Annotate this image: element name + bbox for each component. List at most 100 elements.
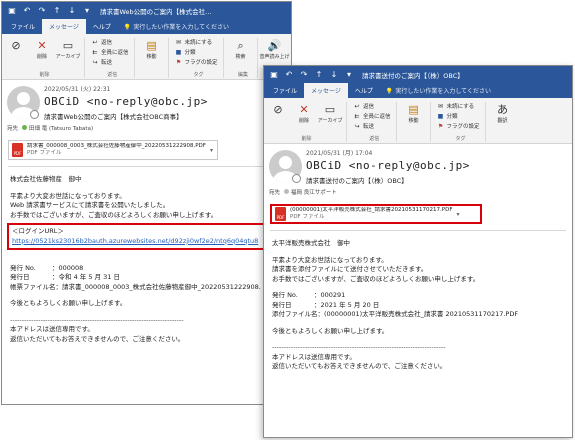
recipient-name[interactable]: 田畑 竜 (Tatsuro Tabata) xyxy=(29,126,93,132)
reply-all-icon: ⇇ xyxy=(354,112,360,120)
mark-unread-button[interactable]: ✉ 未読にする xyxy=(437,102,480,111)
archive-button[interactable]: ▭ アーカイブ xyxy=(56,38,81,61)
redo-icon[interactable]: ↷ xyxy=(298,69,310,81)
issue-date-label: 発行日 xyxy=(10,273,30,281)
tags-group-label: タグ xyxy=(455,136,466,142)
search-button[interactable]: ⌕ 検索 xyxy=(230,38,252,61)
reply-button[interactable]: ↩ 返信 xyxy=(91,38,129,47)
body-line-1: 平素より大変お世話になっております。 xyxy=(10,191,126,200)
file-name-label: 帳票ファイル名： xyxy=(10,282,62,291)
reply-all-icon: ⇇ xyxy=(92,48,98,56)
customize-icon[interactable]: ▾ xyxy=(343,69,355,81)
reply-all-button[interactable]: ⇇ 全員に返信 xyxy=(353,112,390,121)
tell-me-label: 実行したい作業を入力してください xyxy=(395,88,491,95)
issue-date-value: ：令和 4 年 5 月 31 日 xyxy=(52,273,120,281)
attachment-name: 請求書_000008_0003_株式会社佐藤物産御中_2022053122290… xyxy=(27,143,206,149)
down-icon[interactable]: ↓ xyxy=(328,69,340,81)
up-icon[interactable]: ↑ xyxy=(313,69,325,81)
body-divider: ----------------------------------------… xyxy=(272,343,446,351)
file-name-value: 請求書_000008_0003_株式会社佐藤物産御中_2022053122290… xyxy=(62,282,261,291)
redo-icon[interactable]: ↷ xyxy=(36,5,48,17)
reply-icon: ↩ xyxy=(92,38,98,46)
save-icon[interactable]: ▣ xyxy=(6,5,18,17)
login-url-label: ＜ログインURL＞ xyxy=(12,227,64,235)
tell-me-search[interactable]: 💡 実行したい作業を入力してください xyxy=(118,19,229,34)
reply-all-button[interactable]: ⇇ 全員に返信 xyxy=(91,48,128,57)
message-body: 株式会社佐藤物産 御中 平素より大変お世話になっております。 Web 請求書サー… xyxy=(2,167,291,344)
customize-icon[interactable]: ▾ xyxy=(81,5,93,17)
chevron-down-icon[interactable]: ▾ xyxy=(210,147,213,154)
recipient-line: 宛先 田畑 竜 (Tatsuro Tabata) xyxy=(7,124,93,132)
undo-icon[interactable]: ↶ xyxy=(283,69,295,81)
move-button[interactable]: ▤ 移動 xyxy=(403,102,425,125)
up-icon[interactable]: ↑ xyxy=(51,5,63,17)
archive-button[interactable]: ▭ アーカイブ xyxy=(318,102,343,125)
sender[interactable]: OBCiD <no-reply@obc.jp> xyxy=(306,159,572,172)
tab-message[interactable]: メッセージ xyxy=(42,19,86,34)
delete-group: ⊘ ✕ 削除 ▭ アーカイブ 削除 xyxy=(267,102,347,142)
reply-icon: ↩ xyxy=(354,102,360,110)
categorize-button[interactable]: ■ 分類 xyxy=(437,112,480,121)
issue-number-row: 発行 No. ：000008 xyxy=(10,264,291,274)
delete-group: ⊘ ✕ 削除 ▭ アーカイブ 削除 xyxy=(5,38,85,78)
respond-group: ↩ 返信 ⇇ 全員に返信 ↪ 転送 返信 xyxy=(353,102,397,142)
issue-date-row: 発行日 ：2021 年 5 月 20 日 xyxy=(272,301,572,311)
pdf-icon: PDF xyxy=(12,143,23,157)
delete-button[interactable]: ✕ 削除 xyxy=(293,102,315,125)
mark-unread-label: 未読にする xyxy=(446,104,475,110)
reply-button[interactable]: ↩ 返信 xyxy=(353,102,391,111)
recipient-line: 宛先 福岡 良江サポート xyxy=(269,188,337,196)
reply-label: 返信 xyxy=(363,104,375,110)
login-url-highlight: ＜ログインURL＞ https://0521ks23016b2bauth.azu… xyxy=(7,223,290,250)
login-url-link[interactable]: https://0521ks23016b2bauth.azurewebsites… xyxy=(12,237,285,247)
forward-button[interactable]: ↪ 転送 xyxy=(353,122,391,131)
chevron-down-icon[interactable]: ▾ xyxy=(457,211,460,218)
email-window-front: ▣ ↶ ↷ ↑ ↓ ▾ 請求書送付のご案内【（株）OBC】 ファイル メッセージ… xyxy=(263,65,573,438)
message-header: 2022/05/31 (火) 22:31 OBCiD <no-reply@obc… xyxy=(2,80,291,136)
tab-message[interactable]: メッセージ xyxy=(304,83,348,98)
footer-line-2: 返信いただいてもお答えできませんので、ご注意ください。 xyxy=(272,362,447,370)
message-header: 2021/05/31 (月) 17:04 OBCiD <no-reply@obc… xyxy=(264,144,572,200)
tab-file[interactable]: ファイル xyxy=(4,19,42,34)
read-aloud-button[interactable]: 🔊 音声読み上げ xyxy=(260,38,290,61)
tab-help[interactable]: ヘルプ xyxy=(86,19,118,34)
title-bar: ▣ ↶ ↷ ↑ ↓ ▾ 請求書送付のご案内【（株）OBC】 xyxy=(264,66,572,83)
tab-file[interactable]: ファイル xyxy=(266,83,304,98)
tab-help[interactable]: ヘルプ xyxy=(348,83,380,98)
message-body: 太平洋販売株式会社 御中 平素より大変お世話になっております。 請求書を添付ファ… xyxy=(264,231,572,372)
email-window-back: ▣ ↶ ↷ ↑ ↓ ▾ 請求書Web公開のご案内【株式会社… ファイル メッセー… xyxy=(1,1,292,405)
translate-button[interactable]: あ翻訳 xyxy=(492,102,514,125)
undo-icon[interactable]: ↶ xyxy=(21,5,33,17)
move-button[interactable]: ▤ 移動 xyxy=(141,38,163,61)
delete-group-label: 削除 xyxy=(39,72,50,78)
message-subject: 請求書Web公開のご案内【株式会社OBC商事】 xyxy=(44,113,183,121)
mark-unread-button[interactable]: ✉ 未読にする xyxy=(175,38,218,47)
save-icon[interactable]: ▣ xyxy=(268,69,280,81)
down-icon[interactable]: ↓ xyxy=(66,5,78,17)
ignore-button[interactable]: ⊘ xyxy=(5,38,27,54)
move-label: 移動 xyxy=(146,54,157,60)
sender[interactable]: OBCiD <no-reply@obc.jp> xyxy=(44,95,291,108)
translate-icon: あ xyxy=(497,102,509,116)
flag-label: フラグの設定 xyxy=(446,124,480,130)
ignore-button[interactable]: ⊘ xyxy=(267,102,289,118)
forward-button[interactable]: ↪ 転送 xyxy=(91,58,129,67)
body-greeting: 株式会社佐藤物産 御中 xyxy=(10,175,82,183)
footer-line-1: 本アドレスは送信専用です。 xyxy=(10,325,94,333)
ribbon-tabs: ファイル メッセージ ヘルプ 💡 実行したい作業を入力してください xyxy=(2,19,291,34)
delete-label: 削除 xyxy=(298,118,309,124)
attachment[interactable]: PDF (00000001)太平洋販売株式会社_請求書2021053117021… xyxy=(270,204,482,224)
categorize-button[interactable]: ■ 分類 xyxy=(175,48,218,57)
ribbon: ⊘ ✕ 削除 ▭ アーカイブ 削除 ↩ 返信 ⇇ 全員に返信 ↪ 転送 返信 ▤ 移動 ✉ 未… xyxy=(264,98,572,144)
message-date: 2022/05/31 (火) 22:31 xyxy=(44,86,111,93)
recipient-name[interactable]: 福岡 良江サポート xyxy=(291,190,337,196)
archive-icon: ▭ xyxy=(324,102,336,116)
tell-me-search[interactable]: 💡 実行したい作業を入力してください xyxy=(380,83,491,98)
delete-button[interactable]: ✕ 削除 xyxy=(31,38,53,61)
forward-label: 転送 xyxy=(363,124,375,130)
flag-button[interactable]: ⚑ フラグの設定 xyxy=(437,122,480,131)
file-name-value: (00000001)太平洋販売株式会社_請求書 20210531170217.P… xyxy=(324,310,519,318)
attachment-type: PDF ファイル xyxy=(27,150,62,156)
flag-button[interactable]: ⚑ フラグの設定 xyxy=(175,58,218,67)
attachment[interactable]: PDF 請求書_000008_0003_株式会社佐藤物産御中_202205312… xyxy=(8,140,218,160)
